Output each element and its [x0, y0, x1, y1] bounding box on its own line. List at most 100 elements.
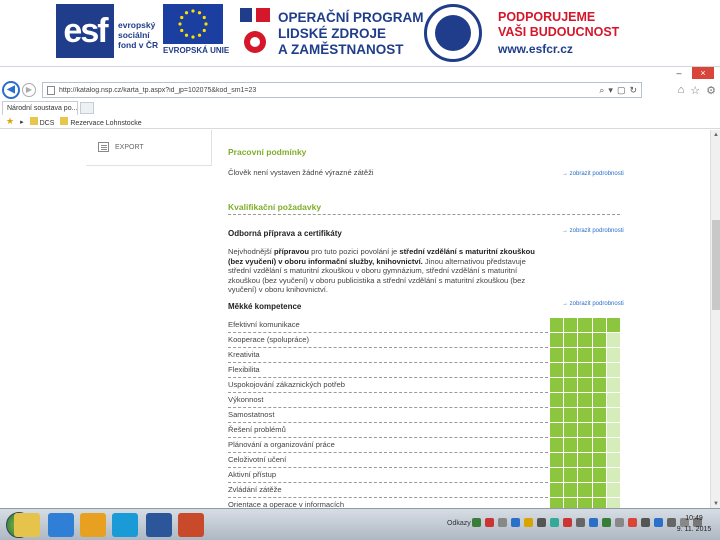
scroll-up-icon[interactable]: ▲: [712, 131, 720, 139]
skill-level-bar: [550, 393, 621, 408]
favorite-item-dcs[interactable]: DCS: [29, 116, 54, 127]
skill-level-cell: [606, 483, 621, 497]
divider: [228, 214, 620, 215]
document-icon: [98, 142, 109, 152]
skill-name: Kreativita: [228, 350, 260, 359]
scroll-down-icon[interactable]: ▼: [712, 500, 720, 508]
skill-row: Uspokojování zákaznických potřeb: [228, 378, 621, 393]
skill-level-cell: [578, 393, 592, 407]
browser-tools: ⌂ ☆ ⚙: [678, 79, 716, 101]
skill-row: Samostatnost: [228, 408, 621, 423]
tray-icon[interactable]: [641, 518, 650, 527]
tray-icon[interactable]: [654, 518, 663, 527]
url-input[interactable]: http://katalog.nsp.cz/karta_tp.aspx?id_j…: [42, 82, 642, 98]
skill-level-cell: [578, 483, 592, 497]
tab-bar: Národní soustava po...×: [0, 101, 720, 115]
education-details-link[interactable]: → zobrazit podrobnosti: [562, 228, 624, 234]
skill-level-cell: [578, 468, 592, 482]
new-tab-button[interactable]: [80, 102, 94, 114]
priprava-seal-icon: [424, 4, 482, 62]
skill-level-cell: [550, 363, 564, 377]
skill-level-cell: [592, 318, 606, 332]
system-tray: [472, 518, 702, 527]
skill-level-bar: [550, 483, 621, 498]
skill-level-cell: [578, 408, 592, 422]
qualification-title: Kvalifikační požadavky: [228, 202, 322, 212]
dropdown-icon[interactable]: ▾: [608, 85, 613, 96]
skill-level-cell: [606, 453, 621, 467]
refresh-icon[interactable]: ↻: [629, 85, 637, 96]
internet-explorer-icon[interactable]: [48, 513, 74, 537]
skill-level-bar: [550, 423, 621, 438]
favorites-star-icon[interactable]: ☆: [690, 84, 700, 97]
powerpoint-icon[interactable]: [178, 513, 204, 537]
skill-row: Řešení problémů: [228, 423, 621, 438]
forward-arrow-icon[interactable]: ▶: [22, 83, 36, 97]
close-button[interactable]: ×: [692, 67, 714, 79]
outlook-icon[interactable]: [80, 513, 106, 537]
skill-level-bar: [550, 438, 621, 453]
skill-level-cell: [550, 483, 564, 497]
tray-icon[interactable]: [537, 518, 546, 527]
export-label: EXPORT: [115, 143, 144, 151]
skill-level-cell: [578, 423, 592, 437]
back-arrow-icon[interactable]: ◀: [2, 81, 20, 99]
skill-name: Flexibilita: [228, 365, 260, 374]
tray-icon[interactable]: [602, 518, 611, 527]
esf-banner: esf evropský sociální fond v ČR EVROPSKÁ…: [0, 0, 720, 66]
education-text: Nejvhodnější přípravou pro tuto pozici p…: [228, 247, 535, 295]
word-icon[interactable]: [146, 513, 172, 537]
tray-icon[interactable]: [472, 518, 481, 527]
skill-row: Flexibilita: [228, 363, 621, 378]
tray-icon[interactable]: [589, 518, 598, 527]
skill-name: Kooperace (spolupráce): [228, 335, 310, 344]
lock-icon[interactable]: ▢: [617, 85, 626, 96]
skill-level-cell: [592, 453, 606, 467]
op-logo-icon: [236, 4, 274, 56]
skill-level-bar: [550, 378, 621, 393]
clock-time: 10:49: [685, 515, 703, 522]
skill-level-cell: [564, 363, 578, 377]
eu-caption: EVROPSKÁ UNIE: [163, 46, 230, 55]
vertical-scrollbar[interactable]: ▲ ▼: [710, 130, 720, 509]
skill-row: Výkonnost: [228, 393, 621, 408]
search-icon[interactable]: ⌕: [599, 85, 604, 96]
gear-icon[interactable]: ⚙: [706, 84, 716, 97]
window-controls: – ×: [668, 67, 714, 79]
home-icon[interactable]: ⌂: [678, 84, 685, 96]
skill-level-cell: [606, 318, 621, 332]
tray-icon[interactable]: [511, 518, 520, 527]
skill-level-cell: [550, 393, 564, 407]
skill-level-bar: [550, 318, 621, 333]
working-conditions-details-link[interactable]: → zobrazit podrobnosti: [562, 171, 624, 177]
soft-skills-details-link[interactable]: → zobrazit podrobnosti: [562, 301, 624, 307]
left-panel: EXPORT: [86, 130, 212, 166]
minimize-button[interactable]: –: [668, 67, 690, 79]
tray-icon[interactable]: [485, 518, 494, 527]
tray-icon[interactable]: [498, 518, 507, 527]
skill-level-cell: [578, 318, 592, 332]
skill-level-cell: [606, 408, 621, 422]
skill-level-cell: [564, 423, 578, 437]
skill-level-cell: [592, 468, 606, 482]
skill-level-cell: [564, 318, 578, 332]
explorer-app-icon[interactable]: [14, 513, 40, 537]
favorites-star-icon[interactable]: ★: [6, 116, 14, 127]
skill-level-bar: [550, 468, 621, 483]
address-bar: ◀ ▶ http://katalog.nsp.cz/karta_tp.aspx?…: [0, 79, 720, 101]
tray-icon[interactable]: [524, 518, 533, 527]
tray-icon[interactable]: [615, 518, 624, 527]
favorite-item-rezervace[interactable]: Rezervace Lohnstocke: [60, 116, 142, 127]
skill-level-bar: [550, 453, 621, 468]
skype-icon[interactable]: [112, 513, 138, 537]
tray-icon[interactable]: [576, 518, 585, 527]
tray-icon[interactable]: [628, 518, 637, 527]
tab-nsp[interactable]: Národní soustava po...×: [2, 101, 78, 115]
skill-name: Výkonnost: [228, 395, 264, 404]
export-button[interactable]: EXPORT: [98, 142, 144, 152]
clock[interactable]: 10:49 9. 11. 2015: [672, 513, 716, 535]
scroll-thumb[interactable]: [712, 220, 720, 310]
favorite-add-icon[interactable]: ▸: [20, 118, 24, 126]
tray-icon[interactable]: [563, 518, 572, 527]
tray-icon[interactable]: [550, 518, 559, 527]
